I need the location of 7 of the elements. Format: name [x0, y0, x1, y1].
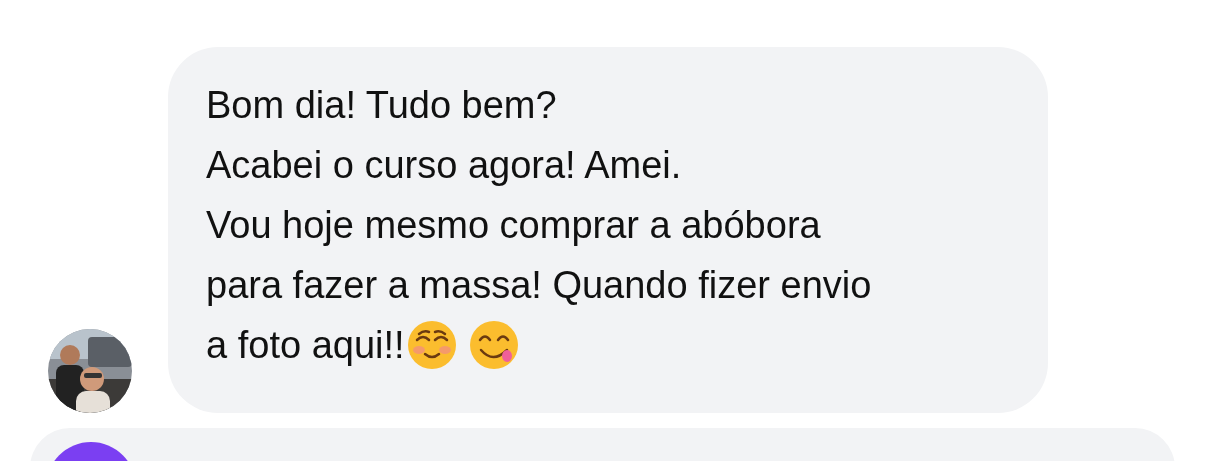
message-text: Acabei o curso agora! Amei. [206, 143, 682, 188]
message-text: para fazer a massa! Quando fizer envio [206, 263, 872, 308]
message-text: Bom dia! Tudo bem? [206, 83, 557, 128]
smiling-face-icon [406, 320, 457, 370]
message-text: a foto aqui!! [206, 323, 405, 368]
yum-face-icon [468, 320, 519, 370]
message-text: Vou hoje mesmo comprar a abóbora [206, 203, 821, 248]
